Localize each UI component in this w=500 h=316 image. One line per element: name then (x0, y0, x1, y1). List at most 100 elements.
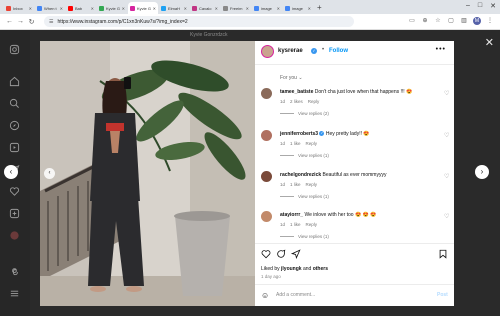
post-comment-button[interactable]: Post (437, 292, 448, 298)
previous-post-button[interactable]: ‹ (4, 165, 18, 179)
tab-favicon-icon (192, 5, 197, 11)
comment-likes[interactable]: 1 like (290, 182, 301, 187)
tab-close-icon[interactable]: ✕ (246, 6, 249, 11)
threads-icon[interactable] (8, 266, 21, 279)
comment-reply-button[interactable]: Reply (306, 141, 318, 146)
comment-like-heart-icon[interactable]: ♡ (444, 173, 449, 180)
comment-likes[interactable]: 1 like (290, 141, 301, 146)
tab-close-icon[interactable]: ✕ (122, 6, 125, 11)
extensions-icon[interactable]: ▢ (447, 17, 455, 25)
comment-like-heart-icon[interactable]: ♡ (444, 90, 449, 97)
site-info-icon[interactable]: ☰ (49, 19, 53, 25)
instagram-logo-icon[interactable] (8, 44, 21, 57)
sidebar-icon[interactable]: ▥ (460, 17, 468, 25)
browser-tab[interactable]: Kyvie G ✕ (128, 2, 158, 14)
comment-sort-label: For you (280, 75, 297, 81)
liked-by-others[interactable]: others (313, 266, 328, 272)
more-options-icon[interactable]: ••• (436, 46, 446, 53)
commenter-username[interactable]: tamee_batiste (280, 89, 313, 95)
zoom-icon[interactable]: ⊕ (421, 17, 429, 25)
close-window-icon[interactable]: ✕ (490, 2, 496, 10)
profile-avatar[interactable]: M (473, 17, 481, 25)
cast-icon[interactable]: ▭ (408, 17, 416, 25)
view-replies-button[interactable]: View replies (1) (280, 234, 329, 239)
tab-close-icon[interactable]: ✕ (60, 6, 63, 11)
browser-tab[interactable]: Kyvie G ✕ (97, 2, 127, 14)
browser-tab[interactable]: ElmaH ✕ (159, 2, 189, 14)
tab-title: ElmaH (168, 5, 181, 11)
browser-tab[interactable]: Freeim ✕ (221, 2, 251, 14)
browser-tab[interactable]: image ✕ (252, 2, 282, 14)
like-heart-icon[interactable] (261, 249, 271, 262)
commenter-username[interactable]: jenniferroberts3 (280, 131, 318, 137)
comment-reply-button[interactable]: Reply (306, 182, 318, 187)
reload-icon[interactable]: ↻ (27, 18, 36, 26)
commenter-username[interactable]: rachelgondrezick (280, 172, 321, 178)
liked-by-user[interactable]: jlyoungk (281, 266, 302, 272)
commenter-username[interactable]: atayiorrr_ (280, 212, 303, 218)
comment-bubble-icon[interactable] (276, 249, 286, 262)
tab-close-icon[interactable]: ✕ (308, 6, 311, 11)
comment-likes[interactable]: 2 likes (290, 99, 303, 104)
comment-reply-button[interactable]: Reply (306, 222, 318, 227)
comment-like-heart-icon[interactable]: ♡ (444, 213, 449, 220)
reels-icon[interactable] (8, 142, 21, 155)
emoji-smiley-icon[interactable]: ☺ (261, 291, 269, 300)
url-text[interactable]: https://www.instagram.com/p/C1xn3nKuw7s/… (57, 19, 187, 25)
bookmark-star-icon[interactable]: ☆ (434, 17, 442, 25)
save-bookmark-icon[interactable] (438, 249, 448, 262)
tab-close-icon[interactable]: ✕ (153, 6, 156, 11)
commenter-avatar[interactable] (261, 171, 272, 182)
browser-tab[interactable]: Cavalo ✕ (190, 2, 220, 14)
comment-likes[interactable]: 1 like (290, 222, 301, 227)
address-bar[interactable]: ☰ https://www.instagram.com/p/C1xn3nKuw7… (44, 16, 354, 27)
commenter-avatar[interactable] (261, 130, 272, 141)
commenter-avatar[interactable] (261, 211, 272, 222)
tab-close-icon[interactable]: ✕ (91, 6, 94, 11)
next-post-button[interactable]: › (475, 165, 489, 179)
minimize-icon[interactable]: – (466, 2, 470, 10)
add-comment-input[interactable]: Add a comment... (276, 292, 315, 298)
comment-reply-button[interactable]: Reply (308, 99, 320, 104)
create-plus-icon[interactable] (8, 208, 21, 221)
tab-favicon-icon (99, 5, 104, 11)
view-replies-button[interactable]: View replies (1) (280, 194, 329, 199)
close-modal-icon[interactable]: ✕ (485, 36, 494, 49)
browser-tab[interactable]: Bab ✕ (66, 2, 96, 14)
browser-tab[interactable]: Inbox ✕ (4, 2, 34, 14)
new-tab-button[interactable]: + (317, 2, 322, 14)
back-icon[interactable]: ← (5, 18, 14, 25)
tab-close-icon[interactable]: ✕ (277, 6, 280, 11)
author-username[interactable]: kysrerae (278, 48, 303, 54)
notifications-heart-icon[interactable] (8, 186, 21, 199)
tab-close-icon[interactable]: ✕ (29, 6, 32, 11)
maximize-icon[interactable]: □ (478, 2, 482, 10)
more-menu-icon[interactable] (8, 288, 21, 301)
tab-favicon-icon (130, 5, 135, 11)
author-avatar[interactable] (261, 45, 274, 58)
share-send-icon[interactable] (290, 249, 301, 262)
photo-prev-arrow[interactable]: ‹ (44, 168, 55, 179)
explore-compass-icon[interactable] (8, 120, 21, 133)
search-icon[interactable] (8, 98, 21, 111)
tab-favicon-icon (37, 5, 42, 11)
post-photo[interactable]: ‹ (40, 41, 255, 306)
comment-meta: 1d 2 likes Reply (280, 99, 324, 104)
forward-icon[interactable]: → (16, 18, 25, 25)
tab-close-icon[interactable]: ✕ (215, 6, 218, 11)
commenter-avatar[interactable] (261, 88, 272, 99)
comment-like-heart-icon[interactable]: ♡ (444, 132, 449, 139)
view-replies-button[interactable]: View replies (1) (280, 153, 329, 158)
menu-kebab-icon[interactable]: ⋮ (486, 17, 494, 25)
liked-by-and: and (301, 266, 313, 272)
browser-tab[interactable]: When t ✕ (35, 2, 65, 14)
browser-tab[interactable]: image ✕ (283, 2, 313, 14)
profile-avatar-icon[interactable] (8, 230, 21, 243)
follow-button[interactable]: Follow (329, 48, 348, 54)
comment-sort-dropdown[interactable]: For you ⌄ (280, 75, 303, 81)
home-icon[interactable] (8, 76, 21, 89)
tab-close-icon[interactable]: ✕ (184, 6, 187, 11)
replies-line (280, 196, 294, 197)
tab-title: Bab (75, 5, 83, 11)
view-replies-button[interactable]: View replies (2) (280, 111, 329, 116)
